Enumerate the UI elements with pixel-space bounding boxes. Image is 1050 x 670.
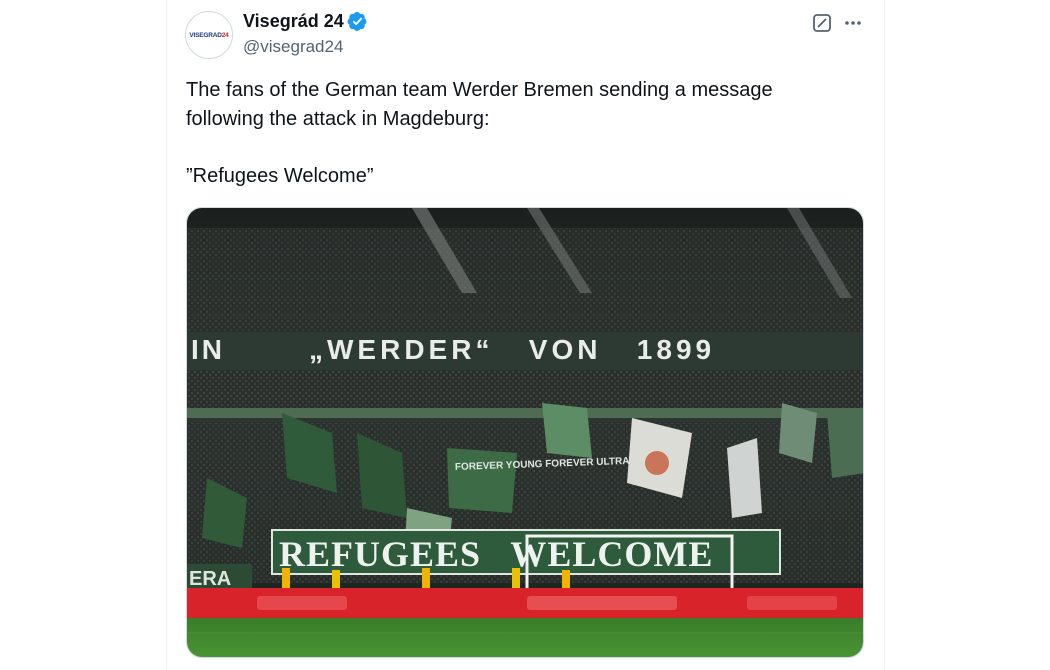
more-icon[interactable]: [843, 13, 863, 33]
author-name-row: Visegrád 24: [243, 11, 368, 32]
banner-left-text: ERA: [189, 568, 231, 590]
grok-icon[interactable]: [812, 13, 832, 33]
tweet-photo[interactable]: IN „WERDER“ VON 1899 FOREVER YOUNG FOREV…: [186, 207, 864, 658]
verified-badge-icon: [347, 11, 368, 32]
avatar-logo-text: VISEGRAD24: [189, 31, 229, 39]
timeline-right-border: [884, 0, 885, 670]
tweet[interactable]: VISEGRAD24 Visegrád 24 @visegrad24 The f…: [167, 0, 884, 670]
avatar[interactable]: VISEGRAD24: [185, 11, 233, 59]
banner-bottom-text: REFUGEES WELCOME: [279, 534, 713, 574]
author-handle[interactable]: @visegrad24: [243, 37, 343, 57]
author-display-name[interactable]: Visegrád 24: [243, 11, 344, 32]
banner-top-text: „WERDER“ VON 1899: [309, 334, 715, 365]
banner-top-left-text: IN: [191, 334, 225, 365]
stadium-photo: IN „WERDER“ VON 1899 FOREVER YOUNG FOREV…: [187, 208, 863, 657]
tweet-text: The fans of the German team Werder Breme…: [186, 79, 773, 187]
